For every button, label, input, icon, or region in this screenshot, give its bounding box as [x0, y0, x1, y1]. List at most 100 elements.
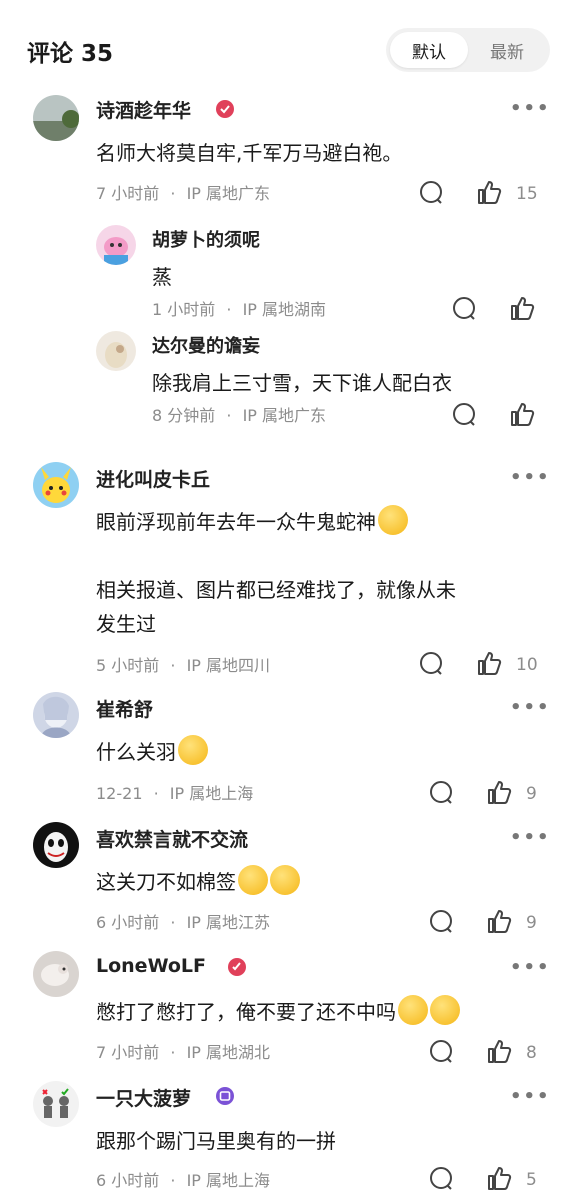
comment-meta: 7 小时前 · IP 属地广东: [96, 180, 270, 204]
reply-bubble-icon[interactable]: [418, 651, 444, 677]
username[interactable]: 诗酒趁年华: [96, 96, 191, 123]
like-count: 15: [516, 184, 538, 204]
meta-separator: ·: [153, 784, 159, 803]
comment-text-line: 这关刀不如棉签: [96, 865, 300, 899]
username[interactable]: 进化叫皮卡丘: [96, 465, 210, 492]
avatar[interactable]: [33, 951, 79, 997]
reply-bubble-icon[interactable]: [428, 780, 454, 806]
sort-latest-tab[interactable]: 最新: [468, 32, 546, 68]
loud-crying-emoji-icon: [430, 995, 460, 1025]
like-thumb-icon[interactable]: [476, 650, 502, 676]
reply-bubble-icon[interactable]: [428, 1166, 454, 1192]
reply-text: 蒸: [152, 265, 172, 289]
comment-meta: 12-21 · IP 属地上海: [96, 780, 253, 804]
reply-bubble-icon[interactable]: [451, 402, 477, 428]
reply-username[interactable]: 胡萝卜的须呢: [152, 226, 260, 252]
member-badge-icon: [216, 1087, 234, 1105]
comment-time: 6 小时前: [96, 913, 160, 932]
comment-location: IP 属地四川: [186, 656, 271, 675]
comment-meta: 5 小时前 · IP 属地四川: [96, 652, 270, 676]
sort-default-tab[interactable]: 默认: [390, 32, 468, 68]
avatar[interactable]: [33, 95, 79, 141]
comment-text: 跟那个踢门马里奥有的一拼: [96, 1129, 336, 1153]
like-thumb-icon[interactable]: [486, 779, 512, 805]
more-options-icon[interactable]: •••: [510, 1086, 551, 1107]
meta-separator: ·: [170, 1171, 176, 1190]
more-options-icon[interactable]: •••: [510, 98, 551, 119]
comment-location: IP 属地上海: [186, 1171, 271, 1190]
like-thumb-icon[interactable]: [486, 908, 512, 934]
avatar[interactable]: [96, 225, 136, 265]
comment-location: IP 属地江苏: [186, 913, 271, 932]
more-options-icon[interactable]: •••: [510, 827, 551, 848]
sort-toggle[interactable]: 默认 最新: [386, 28, 550, 72]
meta-separator: ·: [226, 300, 232, 319]
comment-location: IP 属地湖北: [186, 1043, 271, 1062]
comment-meta: 6 小时前 · IP 属地上海: [96, 1167, 270, 1191]
grin-emoji-icon: [270, 865, 300, 895]
comments-header: 评论 35 默认 最新: [0, 0, 576, 100]
comments-count-title: 评论 35: [27, 41, 114, 67]
username[interactable]: 一只大菠萝: [96, 1084, 191, 1111]
verified-badge-icon: [216, 100, 234, 118]
like-count: 9: [526, 913, 537, 933]
comment-text: 这关刀不如棉签: [96, 870, 236, 894]
vip-badge-icon: [228, 958, 246, 976]
comment-time: 7 小时前: [96, 184, 160, 203]
laugh-cry-emoji-icon: [378, 505, 408, 535]
more-options-icon[interactable]: •••: [510, 697, 551, 718]
avatar[interactable]: [33, 462, 79, 508]
avatar[interactable]: [33, 692, 79, 738]
like-count: 8: [526, 1043, 537, 1063]
comment-text: 憋打了憋打了，俺不要了还不中吗: [96, 1000, 396, 1024]
comment-meta: 7 小时前 · IP 属地湖北: [96, 1039, 270, 1063]
reply-meta: 8 分钟前 · IP 属地广东: [152, 402, 326, 426]
like-thumb-icon[interactable]: [509, 295, 535, 321]
comment-meta: 6 小时前 · IP 属地江苏: [96, 909, 270, 933]
like-count: 5: [526, 1170, 537, 1190]
like-thumb-icon[interactable]: [476, 179, 502, 205]
reply-time: 1 小时前: [152, 300, 216, 319]
reply-text: 除我肩上三寸雪，天下谁人配白衣: [152, 371, 452, 395]
comment-location: IP 属地广东: [186, 184, 271, 203]
comment-time: 6 小时前: [96, 1171, 160, 1190]
avatar[interactable]: [33, 822, 79, 868]
comment-text: 名师大将莫自牢,千军万马避白袍。: [96, 141, 403, 165]
comment-time: 12-21: [96, 784, 143, 803]
reply-username[interactable]: 达尔曼的谵妄: [152, 332, 260, 358]
reply-bubble-icon[interactable]: [451, 296, 477, 322]
avatar[interactable]: [96, 331, 136, 371]
like-thumb-icon[interactable]: [486, 1038, 512, 1064]
like-count: 10: [516, 655, 538, 675]
comment-text-line-2: 相关报道、图片都已经难找了，就像从未: [96, 578, 456, 602]
reply-bubble-icon[interactable]: [428, 1039, 454, 1065]
username[interactable]: 喜欢禁言就不交流: [96, 825, 248, 852]
comment-location: IP 属地上海: [169, 784, 254, 803]
reply-bubble-icon[interactable]: [428, 909, 454, 935]
comment-time: 5 小时前: [96, 656, 160, 675]
comment-text-line-3: 发生过: [96, 612, 156, 636]
more-options-icon[interactable]: •••: [510, 467, 551, 488]
like-count: 9: [526, 784, 537, 804]
reply-location: IP 属地湖南: [242, 300, 327, 319]
crying-emoji-icon: [178, 735, 208, 765]
reply-meta: 1 小时前 · IP 属地湖南: [152, 296, 326, 320]
meta-separator: ·: [170, 1043, 176, 1062]
like-thumb-icon[interactable]: [509, 401, 535, 427]
meta-separator: ·: [170, 656, 176, 675]
reply-bubble-icon[interactable]: [418, 180, 444, 206]
comment-text: 什么关羽: [96, 740, 176, 764]
comment-text-line: 憋打了憋打了，俺不要了还不中吗: [96, 995, 460, 1029]
meta-separator: ·: [170, 184, 176, 203]
reply-location: IP 属地广东: [242, 406, 327, 425]
loud-crying-emoji-icon: [398, 995, 428, 1025]
reply-time: 8 分钟前: [152, 406, 216, 425]
meta-separator: ·: [170, 913, 176, 932]
username[interactable]: LoneWoLF: [96, 955, 206, 977]
username[interactable]: 崔希舒: [96, 695, 153, 722]
like-thumb-icon[interactable]: [486, 1165, 512, 1191]
comment-text-line-1: 眼前浮现前年去年一众牛鬼蛇神: [96, 505, 408, 539]
comment-text-line: 什么关羽: [96, 735, 208, 769]
avatar[interactable]: [33, 1081, 79, 1127]
more-options-icon[interactable]: •••: [510, 957, 551, 978]
